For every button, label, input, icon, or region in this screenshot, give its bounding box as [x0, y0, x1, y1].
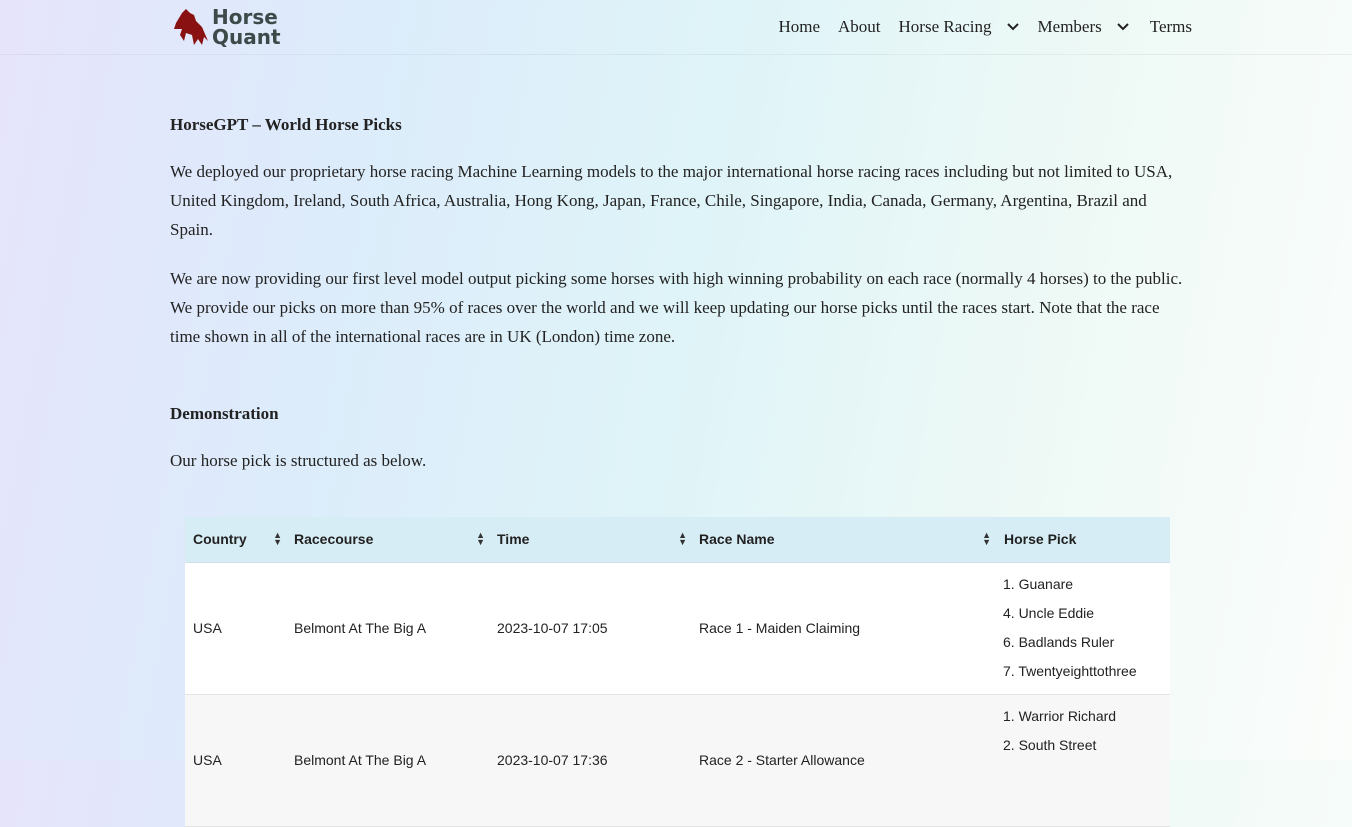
cell-racecourse: Belmont At The Big A	[286, 694, 489, 827]
sort-icon[interactable]: ▲ ▼	[476, 531, 485, 547]
cell-country: USA	[185, 694, 286, 827]
chevron-down-icon[interactable]	[1116, 20, 1130, 34]
column-header-horse-pick[interactable]: Horse Pick	[995, 517, 1170, 563]
horse-pick-item: 2. South Street	[1003, 737, 1097, 753]
horse-pick-item: 1. Warrior Richard	[1003, 708, 1117, 724]
table-row: USA Belmont At The Big A 2023-10-07 17:0…	[185, 562, 1170, 695]
intro-paragraph: We deployed our proprietary horse racing…	[170, 162, 1173, 239]
column-label: Time	[497, 531, 530, 548]
page-title: HorseGPT – World Horse Picks	[170, 115, 402, 134]
nav-home-label: Home	[778, 17, 821, 36]
column-header-country[interactable]: Country ▲ ▼	[185, 517, 286, 563]
main-content: HorseGPT – World Horse Picks We deployed…	[170, 110, 1185, 495]
cell-horse-pick: 1. Guanare 4. Uncle Eddie 6. Badlands Ru…	[995, 562, 1170, 695]
demo-text: Our horse pick is structured as below.	[170, 451, 427, 470]
nav-horse-racing-label: Horse Racing	[898, 17, 992, 36]
sort-icon[interactable]: ▲ ▼	[982, 531, 991, 547]
column-header-time[interactable]: Time ▲ ▼	[489, 517, 691, 563]
nav-members[interactable]: Members	[1038, 17, 1130, 37]
horse-logo-icon	[174, 9, 208, 45]
table-row: USA Belmont At The Big A 2023-10-07 17:3…	[185, 694, 1170, 827]
main-nav: Home About Horse Racing Members Terms	[760, 17, 1192, 37]
demo-heading: Demonstration	[170, 404, 279, 423]
logo[interactable]: Horse Quant	[170, 5, 281, 49]
nav-home[interactable]: Home	[778, 17, 820, 37]
logo-text-line2: Quant	[212, 25, 281, 49]
cell-race-name: Race 2 - Starter Allowance	[691, 694, 995, 827]
cell-horse-pick: 1. Warrior Richard 2. South Street	[995, 694, 1170, 827]
nav-members-label: Members	[1037, 17, 1102, 36]
cell-time: 2023-10-07 17:05	[489, 562, 691, 695]
chevron-down-icon[interactable]	[1006, 20, 1020, 34]
nav-terms-label: Terms	[1149, 17, 1192, 36]
logo-text-line1: Horse	[212, 5, 278, 29]
horse-pick-item: 1. Guanare	[1003, 576, 1074, 592]
sort-icon[interactable]: ▲ ▼	[273, 531, 282, 547]
cell-time: 2023-10-07 17:36	[489, 694, 691, 827]
cell-race-name: Race 1 - Maiden Claiming	[691, 562, 995, 695]
sort-icon[interactable]: ▲ ▼	[678, 531, 687, 547]
nav-about[interactable]: About	[838, 17, 881, 37]
horse-picks-table: Country ▲ ▼ Racecourse ▲ ▼ Time ▲ ▼ Race Name ▲…	[185, 517, 1170, 827]
cell-country: USA	[185, 562, 286, 695]
column-label: Horse Pick	[1004, 531, 1077, 548]
description-paragraph: We are now providing our first level mod…	[170, 269, 1183, 346]
column-label: Racecourse	[294, 531, 374, 548]
column-label: Race Name	[699, 531, 775, 548]
nav-about-label: About	[838, 17, 881, 36]
horse-pick-item: 6. Badlands Ruler	[1003, 634, 1115, 650]
column-label: Country	[193, 531, 247, 548]
column-header-racecourse[interactable]: Racecourse ▲ ▼	[286, 517, 489, 563]
cell-racecourse: Belmont At The Big A	[286, 562, 489, 695]
site-header: Horse Quant Home About Horse Racing Membe…	[0, 0, 1352, 55]
nav-terms[interactable]: Terms	[1150, 17, 1192, 37]
column-header-race-name[interactable]: Race Name ▲ ▼	[691, 517, 995, 563]
nav-horse-racing[interactable]: Horse Racing	[899, 17, 1020, 37]
horse-pick-item: 4. Uncle Eddie	[1003, 605, 1095, 621]
horse-pick-item: 7. Twentyeighttothree	[1003, 663, 1137, 679]
